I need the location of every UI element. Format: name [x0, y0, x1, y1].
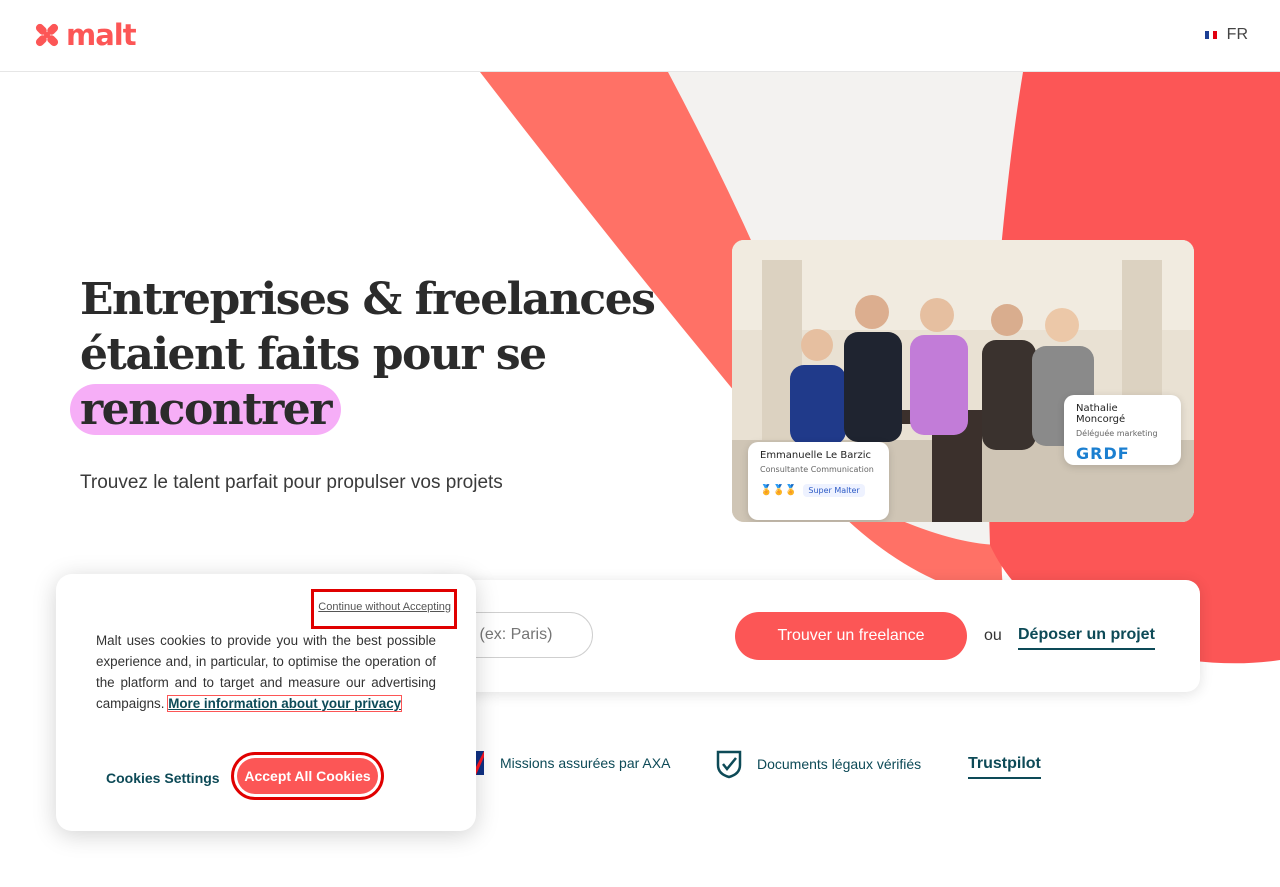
title-line-2: étaient faits pour se — [80, 329, 547, 380]
find-freelance-button[interactable]: Trouver un freelance — [735, 612, 967, 660]
post-project-link[interactable]: Déposer un projet — [1018, 626, 1155, 650]
profile-name: Nathalie Moncorgé — [1076, 403, 1126, 425]
or-label: ou — [984, 627, 1002, 644]
medal-icon: 🏅🏅🏅 — [760, 485, 798, 496]
profile-role: Déléguée marketing — [1076, 429, 1158, 438]
profile-role: Consultante Communication — [760, 465, 874, 474]
documents-label: Documents légaux vérifiés — [757, 756, 922, 772]
cookies-settings-button[interactable]: Cookies Settings — [106, 770, 220, 786]
malt-flower-icon — [35, 23, 59, 47]
axa-label: Missions assurées par AXA — [500, 755, 671, 771]
privacy-info-link[interactable]: More information about your privacy — [167, 695, 403, 712]
site-header: malt FR — [0, 0, 1280, 72]
trust-axa: Missions assurées par AXA — [466, 749, 670, 777]
profile-name: Emmanuelle Le Barzic — [760, 450, 871, 461]
continue-without-accepting-button[interactable]: Continue without Accepting — [318, 601, 451, 613]
continue-highlight: Continue without Accepting — [311, 589, 457, 629]
shield-check-icon — [716, 750, 742, 779]
brand-name: malt — [66, 18, 137, 52]
france-flag-icon — [1204, 31, 1217, 39]
hero-title: Entreprises & freelances étaient faits p… — [70, 272, 656, 437]
cookie-banner: Continue without Accepting Malt uses coo… — [56, 574, 476, 831]
title-line-1: Entreprises & freelances — [80, 274, 656, 325]
cookie-description: Malt uses cookies to provide you with th… — [96, 630, 436, 714]
accept-all-cookies-button[interactable]: Accept All Cookies — [237, 758, 378, 794]
accept-highlight: Accept All Cookies — [231, 752, 384, 800]
profile-card-nathalie: Nathalie Moncorgé Déléguée marketing GRD… — [1064, 395, 1181, 465]
profile-card-emmanuelle: Emmanuelle Le Barzic Consultante Communi… — [748, 442, 889, 520]
language-selector[interactable]: FR — [1204, 26, 1248, 44]
language-label: FR — [1226, 26, 1248, 43]
grdf-logo: GRDF — [1076, 444, 1130, 463]
team-photo: Emmanuelle Le Barzic Consultante Communi… — [732, 240, 1194, 522]
title-highlight: rencontrer — [70, 384, 341, 435]
super-malter-badge: Super Malter — [803, 484, 865, 497]
search-panel: Trouver un freelance ou Déposer un proje… — [328, 580, 1200, 692]
trustpilot-link[interactable]: Trustpilot — [968, 755, 1041, 779]
malt-logo[interactable]: malt — [32, 18, 137, 52]
trust-documents: Documents légaux vérifiés — [715, 749, 921, 779]
hero-subtitle: Trouvez le talent parfait pour propulser… — [80, 472, 503, 493]
